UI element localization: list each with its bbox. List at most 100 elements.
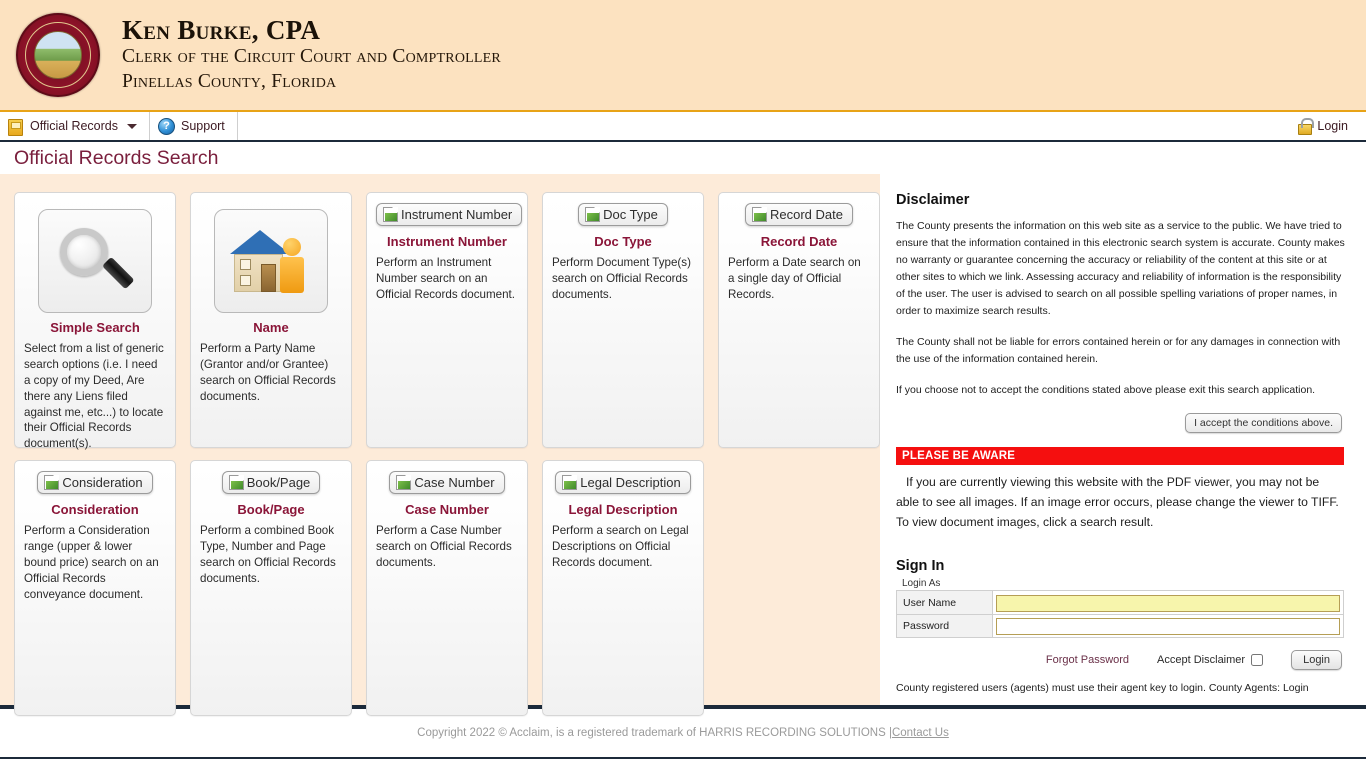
doc-type-icon-row: Doc Type [552, 203, 694, 227]
card-title: Record Date [760, 234, 838, 249]
card-title: Name [253, 320, 289, 335]
card-description: Perform an Instrument Number search on a… [376, 256, 515, 301]
search-card-record-date[interactable]: Record Date Record Date Perform a Date s… [718, 192, 880, 448]
password-label: Password [896, 613, 993, 639]
card-description: Select from a list of generic search opt… [24, 342, 164, 451]
card-description: Perform a Date search on a single day of… [728, 256, 861, 301]
broken-image-alt-text: Record Date [770, 207, 843, 222]
accept-conditions-button[interactable]: I accept the conditions above. [1185, 413, 1342, 433]
search-card-simple-search[interactable]: Simple Search Select from a list of gene… [14, 192, 176, 450]
search-card-case-number[interactable]: Case Number Case Number Perform a Case N… [366, 460, 528, 716]
disclaimer-paragraph-2: The County shall not be liable for error… [896, 336, 1341, 365]
nav-label-login: Login [1317, 119, 1348, 133]
header-subtitle-2: Pinellas County, Florida [122, 70, 337, 92]
broken-image-alt-text: Consideration [62, 475, 143, 490]
disclaimer-heading: Disclaimer [896, 192, 970, 208]
broken-image-icon [752, 207, 767, 222]
username-input-cell [992, 590, 1344, 615]
card-title: Case Number [405, 502, 489, 517]
header-titles: Ken Burke, CPA Clerk of the Circuit Cour… [122, 14, 501, 94]
broken-image-icon [562, 475, 578, 490]
card-description: Perform a Party Name (Grantor and/or Gra… [200, 342, 336, 403]
please-be-aware-bar: PLEASE BE AWARE [896, 447, 1344, 465]
search-card-doc-type[interactable]: Doc Type Doc Type Perform Document Type(… [542, 192, 704, 448]
card-description: Perform a Case Number search on Official… [376, 524, 512, 569]
card-title: Book/Page [237, 502, 305, 517]
consideration-icon-row: Consideration [24, 471, 166, 495]
search-card-instrument-number[interactable]: Instrument Number Instrument Number Perf… [366, 192, 528, 448]
broken-image-placeholder[interactable]: Record Date [745, 203, 853, 226]
agent-login-note: County registered users (agents) must us… [896, 682, 1309, 695]
county-seal-icon [16, 13, 100, 97]
card-description: Perform a Consideration range (upper & l… [24, 524, 159, 601]
navbar-spacer [238, 112, 1297, 140]
nav-item-official-records[interactable]: Official Records [0, 112, 150, 140]
broken-image-icon [383, 207, 398, 222]
nav-label-support: Support [181, 119, 225, 133]
nav-item-login[interactable]: Login [1296, 112, 1366, 140]
search-card-book-page[interactable]: Book/Page Book/Page Perform a combined B… [190, 460, 352, 716]
username-label: User Name [896, 590, 993, 615]
username-input[interactable] [996, 594, 1340, 612]
broken-image-placeholder[interactable]: Legal Description [555, 471, 691, 494]
login-button[interactable]: Login [1291, 650, 1342, 671]
folder-icon [8, 118, 24, 136]
simple-search-icon-box [38, 209, 152, 313]
site-header: Ken Burke, CPA Clerk of the Circuit Cour… [0, 0, 1366, 110]
card-title: Simple Search [50, 320, 140, 335]
accept-disclaimer-checkbox[interactable] [1251, 654, 1264, 667]
footer-copyright: Copyright 2022 © Acclaim, is a registere… [417, 727, 892, 739]
card-title: Consideration [51, 502, 139, 517]
book-page-icon-row: Book/Page [200, 471, 342, 495]
broken-image-placeholder[interactable]: Book/Page [221, 471, 321, 494]
forgot-password-link[interactable]: Forgot Password [1046, 654, 1129, 666]
broken-image-icon [44, 475, 60, 490]
card-title: Instrument Number [387, 234, 507, 249]
card-title: Legal Description [568, 502, 678, 517]
chevron-down-icon[interactable] [127, 123, 137, 129]
contact-us-link[interactable]: Contact Us [892, 727, 949, 739]
instrument-number-icon-row: Instrument Number [376, 203, 523, 227]
card-title: Doc Type [594, 234, 652, 249]
username-row: User Name [896, 590, 1344, 615]
page-title: Official Records Search [0, 142, 1366, 174]
please-be-aware-text: If you are currently viewing this websit… [896, 475, 1339, 529]
accept-disclaimer-label: Accept Disclaimer [1157, 654, 1246, 667]
header-title: Ken Burke, CPA [122, 14, 321, 45]
search-options-panel: Simple Search Select from a list of gene… [0, 174, 880, 716]
header-subtitle-1: Clerk of the Circuit Court and Comptroll… [122, 46, 501, 68]
broken-image-alt-text: Instrument Number [401, 207, 513, 222]
record-date-icon-row: Record Date [728, 203, 870, 227]
accept-disclaimer-group[interactable]: Accept Disclaimer [1157, 654, 1264, 667]
card-description: Perform Document Type(s) search on Offic… [552, 256, 691, 301]
help-icon: ? [158, 117, 175, 135]
broken-image-alt-text: Legal Description [580, 475, 681, 490]
login-actions-row: Forgot Password Accept Disclaimer Login [892, 650, 1342, 671]
broken-image-icon [228, 475, 244, 490]
broken-image-placeholder[interactable]: Doc Type [578, 203, 668, 226]
disclaimer-paragraph-1: The County presents the information on t… [896, 220, 1345, 317]
password-input-cell [992, 613, 1344, 639]
search-card-legal-description[interactable]: Legal Description Legal Description Perf… [542, 460, 704, 716]
nav-item-support[interactable]: ? Support [150, 112, 238, 140]
broken-image-alt-text: Book/Page [246, 475, 311, 490]
name-search-icon-box [214, 209, 328, 313]
legal-description-icon-row: Legal Description [552, 471, 694, 495]
broken-image-placeholder[interactable]: Instrument Number [376, 203, 523, 226]
search-card-name[interactable]: Name Perform a Party Name (Grantor and/o… [190, 192, 352, 448]
card-description: Perform a search on Legal Descriptions o… [552, 524, 689, 569]
broken-image-placeholder[interactable]: Consideration [37, 471, 153, 494]
magnifier-icon [58, 224, 135, 298]
accept-conditions-row: I accept the conditions above. [892, 413, 1342, 433]
house-person-icon [228, 226, 314, 296]
broken-image-icon [585, 207, 601, 222]
search-card-consideration[interactable]: Consideration Consideration Perform a Co… [14, 460, 176, 716]
broken-image-placeholder[interactable]: Case Number [389, 471, 505, 494]
broken-image-alt-text: Doc Type [603, 207, 658, 222]
password-input[interactable] [996, 618, 1340, 636]
card-description: Perform a combined Book Type, Number and… [200, 524, 336, 585]
page-body: Simple Search Select from a list of gene… [0, 174, 1366, 716]
search-card-row-1: Simple Search Select from a list of gene… [14, 192, 880, 450]
password-row: Password [896, 613, 1344, 639]
search-card-row-2: Consideration Consideration Perform a Co… [14, 460, 880, 716]
